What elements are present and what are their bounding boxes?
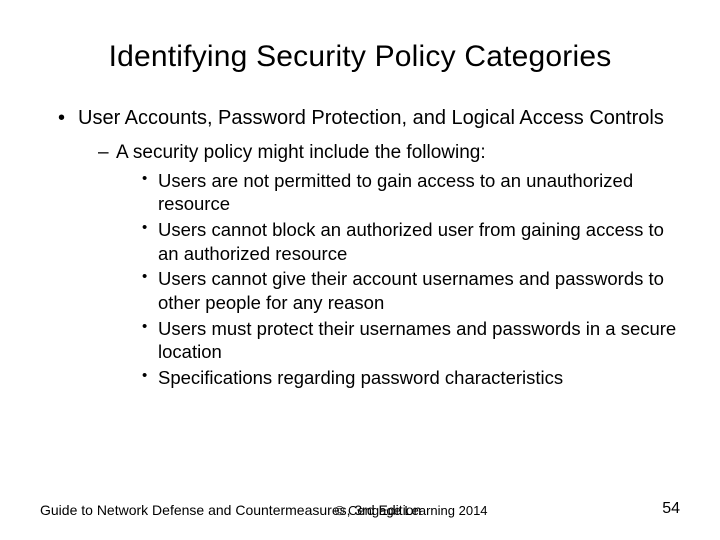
bullet-item: User Accounts, Password Protection, and … [58, 106, 680, 390]
detail-text: Users must protect their usernames and p… [158, 318, 676, 363]
detail-text: Users cannot give their account username… [158, 268, 664, 313]
detail-item: Users cannot give their account username… [142, 267, 680, 314]
slide-footer: Guide to Network Defense and Countermeas… [40, 500, 680, 518]
slide-title: Identifying Security Policy Categories [40, 40, 680, 74]
detail-item: Users cannot block an authorized user fr… [142, 218, 680, 265]
detail-item: Specifications regarding password charac… [142, 366, 680, 390]
footer-copyright: © Cengage Learning 2014 [335, 503, 488, 518]
footer-page-number: 54 [662, 500, 680, 518]
sub-bullet-item: A security policy might include the foll… [98, 141, 680, 390]
detail-item: Users must protect their usernames and p… [142, 317, 680, 364]
bullet-list-level2: A security policy might include the foll… [78, 141, 680, 390]
detail-text: Specifications regarding password charac… [158, 367, 563, 388]
sub-bullet-text: A security policy might include the foll… [116, 142, 486, 163]
bullet-list-level1: User Accounts, Password Protection, and … [40, 106, 680, 390]
detail-item: Users are not permitted to gain access t… [142, 169, 680, 216]
detail-text: Users are not permitted to gain access t… [158, 170, 633, 215]
slide-body: User Accounts, Password Protection, and … [40, 106, 680, 390]
detail-text: Users cannot block an authorized user fr… [158, 219, 664, 264]
bullet-text: User Accounts, Password Protection, and … [78, 107, 664, 129]
bullet-list-level3: Users are not permitted to gain access t… [116, 169, 680, 390]
